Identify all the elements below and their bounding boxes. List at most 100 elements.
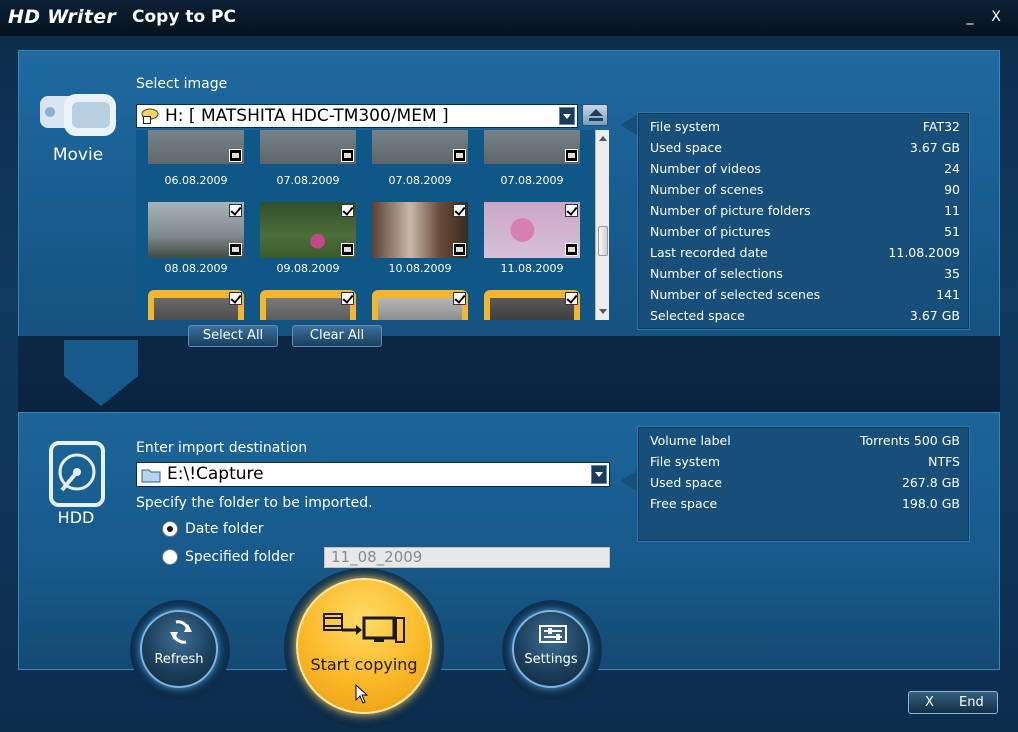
thumbnail[interactable] <box>260 130 356 164</box>
info-row: Free space 198.0 GB <box>650 496 960 516</box>
thumbnail[interactable] <box>484 130 580 164</box>
date-folder-label[interactable]: Date folder <box>185 521 264 537</box>
clear-all-button[interactable]: Clear All <box>292 325 382 347</box>
info-row: Last recorded date 11.08.2009 <box>650 245 960 265</box>
settings-label: Settings <box>524 652 578 667</box>
thumbnail-grid[interactable]: 06.08.2009 07.08.2009 07.08.2009 07.08.2… <box>136 130 595 320</box>
info-row: Selected space 3.67 GB <box>650 308 960 328</box>
chevron-down-icon[interactable] <box>591 465 607 484</box>
specified-folder-radio[interactable] <box>162 549 178 565</box>
app-window: HD Writer Copy to PC _ X Movie Select im… <box>0 0 1018 732</box>
scroll-down-icon[interactable] <box>599 309 607 314</box>
info-value: NTFS <box>928 454 960 469</box>
thumbnail-date: 07.08.2009 <box>276 174 340 187</box>
checkbox-checked[interactable] <box>229 204 242 217</box>
panel-divider <box>18 336 1000 412</box>
destination-value: E:\!Capture <box>167 464 264 484</box>
info-row: Volume label Torrents 500 GB <box>650 433 960 453</box>
thumbnail-scrollbar[interactable] <box>595 130 609 320</box>
info-value: 11 <box>944 203 960 218</box>
hdd-label: HDD <box>57 508 95 527</box>
minimize-button[interactable]: _ <box>960 8 980 26</box>
info-value: 3.67 GB <box>909 308 960 323</box>
folder-thumbnail[interactable] <box>484 290 580 320</box>
scroll-up-icon[interactable] <box>599 136 607 141</box>
specify-folder-label: Specify the folder to be imported. <box>136 495 373 511</box>
close-button[interactable]: X <box>986 8 1006 26</box>
folder-thumbnail[interactable] <box>260 290 356 320</box>
checkbox-checked[interactable] <box>453 292 466 305</box>
checkbox-checked[interactable] <box>565 292 578 305</box>
settings-button[interactable]: Settings <box>512 610 590 688</box>
eject-button[interactable] <box>582 104 608 126</box>
checkbox-checked[interactable] <box>341 292 354 305</box>
thumbnail-date: 09.08.2009 <box>276 262 340 275</box>
folder-icon <box>141 467 161 483</box>
thumbnail[interactable] <box>372 202 468 258</box>
sd-card-icon <box>141 108 159 124</box>
thumbnail-date: 10.08.2009 <box>388 262 452 275</box>
end-label: End <box>959 695 984 710</box>
folder-thumbnail[interactable] <box>372 290 468 320</box>
checkbox-checked[interactable] <box>453 204 466 217</box>
destination-label: Enter import destination <box>136 440 308 456</box>
destination-dropdown[interactable]: E:\!Capture <box>136 462 610 487</box>
specified-folder-label[interactable]: Specified folder <box>185 549 294 565</box>
folder-name-input[interactable]: 11_08_2009 <box>324 547 610 568</box>
settings-icon <box>539 625 567 643</box>
info-key: Number of selections <box>650 266 783 281</box>
thumbnail[interactable] <box>148 202 244 258</box>
source-info-panel: File system FAT32 Used space 3.67 GB Num… <box>637 112 970 330</box>
checkbox-checked[interactable] <box>341 204 354 217</box>
screen-title: Copy to PC <box>132 7 236 27</box>
film-icon <box>229 149 242 162</box>
destination-info-panel: Volume label Torrents 500 GB File system… <box>637 426 970 542</box>
hdd-icon <box>48 440 106 508</box>
title-bar: HD Writer Copy to PC _ X <box>0 0 1018 36</box>
refresh-button[interactable]: Refresh <box>140 610 218 688</box>
mouse-cursor-icon <box>355 684 369 704</box>
thumbnail[interactable] <box>372 130 468 164</box>
chevron-down-icon[interactable] <box>559 107 575 125</box>
info-row: Number of selections 35 <box>650 266 960 286</box>
info-key: Used space <box>650 475 722 490</box>
info-key: Free space <box>650 496 718 511</box>
refresh-label: Refresh <box>154 652 204 667</box>
movie-camera-icon <box>38 92 120 140</box>
info-key: File system <box>650 454 721 469</box>
thumbnail[interactable] <box>260 202 356 258</box>
info-row: File system FAT32 <box>650 119 960 139</box>
thumbnail[interactable] <box>148 130 244 164</box>
end-button[interactable]: X End <box>908 691 998 714</box>
info-key: Selected space <box>650 308 745 323</box>
info-value: 198.0 GB <box>901 496 960 511</box>
select-all-button[interactable]: Select All <box>188 325 278 347</box>
film-icon <box>341 243 354 256</box>
close-icon: X <box>925 695 934 710</box>
info-value: Torrents 500 GB <box>859 433 960 448</box>
film-icon <box>453 149 466 162</box>
info-row: File system NTFS <box>650 454 960 474</box>
thumbnail-date: 08.08.2009 <box>164 262 228 275</box>
thumbnail-date: 11.08.2009 <box>500 262 564 275</box>
film-icon <box>341 149 354 162</box>
thumbnail[interactable] <box>484 202 580 258</box>
info-value: FAT32 <box>922 119 960 134</box>
drive-dropdown[interactable]: H: [ MATSHITA HDC-TM300/MEM ] <box>136 104 578 128</box>
date-folder-radio[interactable] <box>162 521 178 537</box>
info-key: Number of videos <box>650 161 761 176</box>
folder-thumbnail[interactable] <box>148 290 244 320</box>
scroll-thumb[interactable] <box>598 226 608 256</box>
info-value: 3.67 GB <box>909 140 960 155</box>
eject-icon <box>589 109 603 121</box>
thumbnail-date: 07.08.2009 <box>500 174 564 187</box>
info-row: Used space 3.67 GB <box>650 140 960 160</box>
checkbox-checked[interactable] <box>229 292 242 305</box>
info-key: Number of scenes <box>650 182 764 197</box>
refresh-icon <box>170 620 192 644</box>
select-image-label: Select image <box>136 76 228 92</box>
info-row: Number of videos 24 <box>650 161 960 181</box>
info-key: Number of pictures <box>650 224 771 239</box>
checkbox-checked[interactable] <box>565 204 578 217</box>
info-key: Last recorded date <box>650 245 768 260</box>
